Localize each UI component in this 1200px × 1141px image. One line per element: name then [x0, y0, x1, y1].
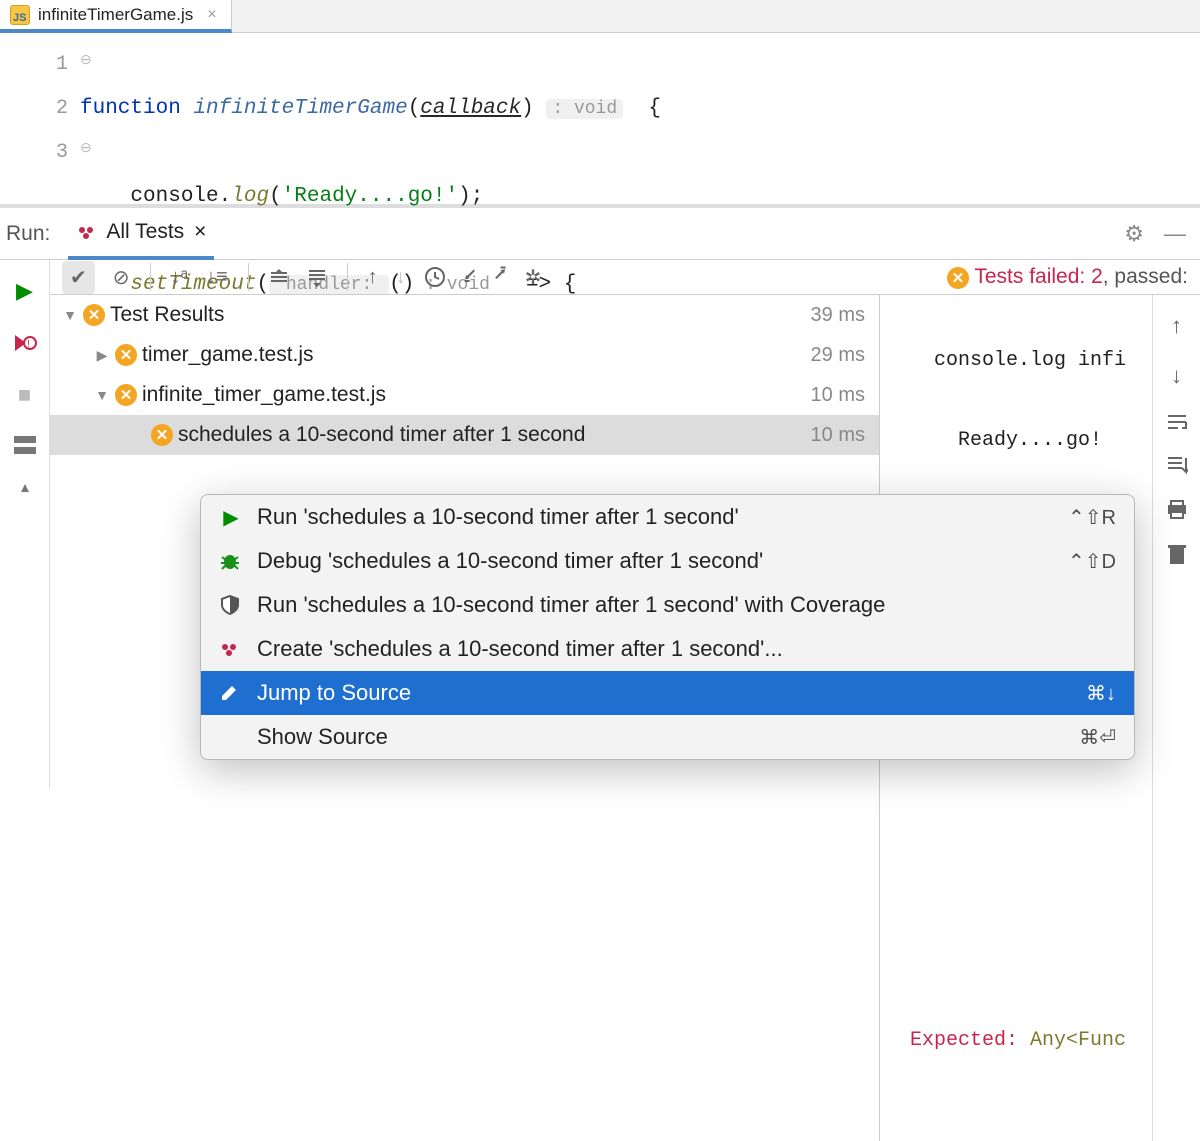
duration-label: 29 ms — [811, 344, 865, 367]
duration-label: 10 ms — [811, 384, 865, 407]
collapse-all-icon[interactable] — [307, 267, 327, 287]
code-content[interactable]: function infiniteTimerGame(callback) : v… — [80, 33, 1200, 204]
fail-badge-icon: ✕ — [151, 424, 173, 446]
shortcut: ⌘⏎ — [1079, 725, 1116, 750]
run-icon[interactable]: ▶ — [16, 278, 33, 304]
ctx-label: Create 'schedules a 10-second timer afte… — [257, 636, 1116, 662]
svg-text:!: ! — [27, 339, 30, 350]
tree-row-root[interactable]: ▼ ✕ Test Results 39 ms — [50, 295, 879, 335]
editor-tab-bar: JS infiniteTimerGame.js × — [0, 0, 1200, 33]
ctx-coverage[interactable]: Run 'schedules a 10-second timer after 1… — [201, 583, 1134, 627]
pass-label: , passed: — [1103, 265, 1188, 288]
console-line: Ready....go! — [910, 421, 1152, 461]
fail-badge-icon: ✕ — [83, 304, 105, 326]
trash-icon[interactable] — [1167, 543, 1187, 565]
expand-all-icon[interactable] — [269, 267, 289, 287]
layout-icon[interactable] — [14, 436, 36, 454]
console-any: Any<Func — [1030, 1029, 1126, 1052]
sort-icon[interactable]: ↓ᵃ — [171, 266, 188, 289]
console-line: console.log infi — [910, 341, 1152, 381]
code-editor[interactable]: 1 2 3 ⊖ ⊖ function infiniteTimerGame(cal… — [0, 33, 1200, 208]
tree-node-label: Test Results — [110, 303, 811, 327]
shortcut: ⌘↓ — [1086, 681, 1116, 706]
ctx-label: Run 'schedules a 10-second timer after 1… — [257, 592, 1116, 618]
tree-row-test[interactable]: ✕ schedules a 10-second timer after 1 se… — [50, 415, 879, 455]
fail-badge-icon: ✕ — [115, 344, 137, 366]
up-arrow-icon[interactable]: ↑ — [1171, 313, 1182, 339]
fail-badge-icon: ✕ — [115, 384, 137, 406]
scroll-to-end-icon[interactable] — [1166, 455, 1188, 475]
fail-label: Tests failed: — [974, 265, 1085, 288]
expand-arrow-icon[interactable]: ▼ — [58, 307, 82, 323]
ctx-run[interactable]: ▶ Run 'schedules a 10-second timer after… — [201, 495, 1134, 539]
editor-gutter: 1 2 3 — [0, 33, 80, 204]
string-literal: 'Ready....go!' — [282, 185, 458, 208]
run-label: Run: — [6, 222, 50, 246]
cancel-icon[interactable]: ⊘ — [113, 265, 130, 290]
js-file-icon: JS — [10, 5, 30, 25]
tree-node-label: schedules a 10-second timer after 1 seco… — [178, 423, 811, 447]
settings-icon[interactable]: ✲ — [525, 265, 542, 290]
import-icon[interactable]: ⭹ — [464, 260, 476, 294]
line-number: 2 — [0, 87, 68, 131]
run-icon: ▶ — [219, 505, 243, 530]
tree-node-label: timer_game.test.js — [142, 343, 811, 367]
line-number: 3 — [0, 131, 68, 175]
rerun-failed-icon[interactable]: ! — [12, 332, 38, 354]
shortcut: ⌃⇧D — [1068, 549, 1116, 574]
expand-arrow-icon[interactable]: ▶ — [90, 347, 114, 364]
tree-node-label: infinite_timer_game.test.js — [142, 383, 811, 407]
sort-tree-icon[interactable]: ↓≡ — [206, 266, 228, 289]
ctx-label: Jump to Source — [257, 680, 1072, 706]
type-hint: : void — [546, 99, 623, 119]
tree-row-file[interactable]: ▼ ✕ infinite_timer_game.test.js 10 ms — [50, 375, 879, 415]
console-right-toolbar: ↑ ↓ — [1152, 295, 1200, 1141]
close-tab-icon[interactable]: × — [207, 6, 216, 24]
fail-count: 2 — [1091, 265, 1103, 288]
editor-tab[interactable]: JS infiniteTimerGame.js × — [0, 0, 232, 33]
parameter: callback — [420, 97, 521, 120]
expand-arrow-icon[interactable]: ▼ — [90, 387, 114, 403]
print-icon[interactable] — [1166, 499, 1188, 519]
ctx-show-source[interactable]: Show Source ⌘⏎ — [201, 715, 1134, 759]
run-left-toolbar: ▶ ! ■ — [0, 260, 50, 788]
bug-icon — [219, 551, 243, 571]
down-arrow-icon[interactable]: ↓ — [396, 266, 406, 289]
ctx-label: Run 'schedules a 10-second timer after 1… — [257, 504, 1054, 530]
ctx-create[interactable]: Create 'schedules a 10-second timer afte… — [201, 627, 1134, 671]
ctx-label: Debug 'schedules a 10-second timer after… — [257, 548, 1054, 574]
editor-tab-filename: infiniteTimerGame.js — [38, 5, 193, 25]
ctx-label: Show Source — [257, 724, 1065, 750]
edit-icon — [219, 683, 243, 703]
pin-icon[interactable] — [15, 482, 35, 504]
down-arrow-icon[interactable]: ↓ — [1171, 363, 1182, 389]
history-icon[interactable] — [424, 266, 446, 288]
coverage-icon — [219, 594, 243, 616]
line-number: 1 — [0, 43, 68, 87]
test-summary: ✕ Tests failed: 2, passed: — [947, 265, 1188, 289]
context-menu: ▶ Run 'schedules a 10-second timer after… — [200, 494, 1135, 760]
fail-badge-icon: ✕ — [947, 267, 969, 289]
duration-label: 10 ms — [811, 424, 865, 447]
shortcut: ⌃⇧R — [1068, 505, 1116, 530]
check-icon[interactable]: ✔ — [62, 261, 95, 294]
soft-wrap-icon[interactable] — [1166, 413, 1188, 431]
jest-icon — [219, 639, 243, 659]
function-name: infiniteTimerGame — [193, 97, 407, 120]
console-expected: Expected: — [910, 1029, 1030, 1052]
stop-icon[interactable]: ■ — [18, 382, 31, 408]
keyword: function — [80, 97, 181, 120]
duration-label: 39 ms — [811, 304, 865, 327]
test-tree-toolbar: ✔ ⊘ ↓ᵃ ↓≡ ↑ ↓ ⭹ ⭷ ✲ ✕ Tests fail — [50, 260, 1200, 295]
up-arrow-icon[interactable]: ↑ — [368, 266, 378, 289]
ctx-jump-to-source[interactable]: Jump to Source ⌘↓ — [201, 671, 1134, 715]
ctx-debug[interactable]: Debug 'schedules a 10-second timer after… — [201, 539, 1134, 583]
method-call: log — [231, 185, 269, 208]
export-icon[interactable]: ⭷ — [494, 260, 506, 294]
tree-row-file[interactable]: ▶ ✕ timer_game.test.js 29 ms — [50, 335, 879, 375]
